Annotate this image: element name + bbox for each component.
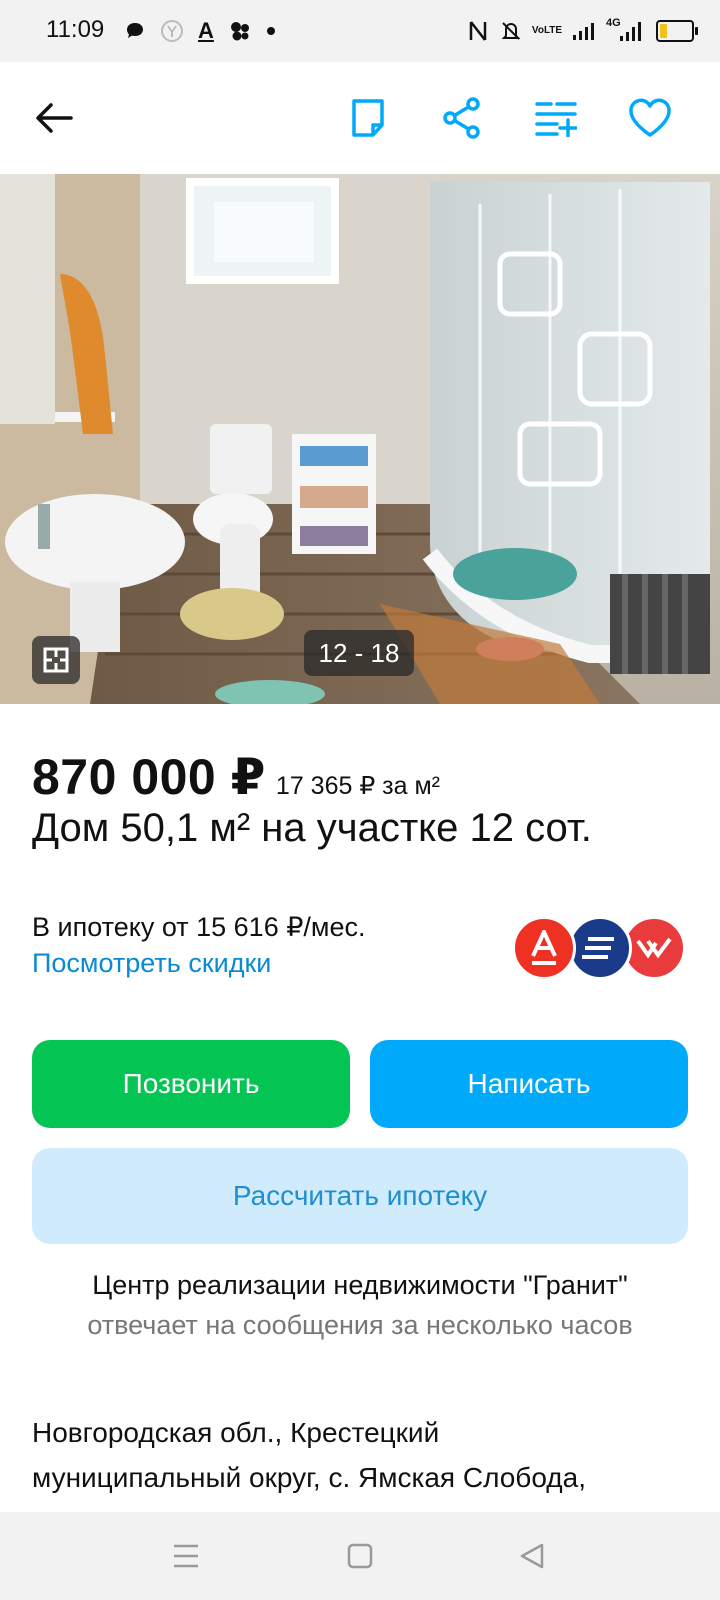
price-row: 870 000 ₽ 17 365 ₽ за м² — [32, 748, 440, 806]
listing-title: Дом 50,1 м² на участке 12 сот. — [32, 806, 592, 850]
compare-icon — [535, 102, 577, 137]
seller-name[interactable]: Центр реализации недвижимости "Гранит" — [0, 1270, 720, 1301]
back-button[interactable] — [26, 90, 82, 146]
status-bar: 11:09 A VoLTE 4G — [0, 0, 720, 62]
toolbar — [0, 62, 720, 174]
price: 870 000 ₽ — [32, 749, 266, 805]
signal-icon — [572, 17, 594, 45]
address-line-2: муниципальный округ, с. Ямская Слобода, — [32, 1462, 586, 1493]
nfc-icon — [468, 17, 488, 45]
status-right-icons: VoLTE 4G — [468, 16, 698, 46]
heart-icon — [629, 98, 671, 137]
calculate-mortgage-button[interactable]: Рассчитать ипотеку — [32, 1148, 688, 1244]
app-icon — [228, 17, 252, 45]
floor-plan-icon — [43, 647, 69, 673]
volte-icon: VoLTE — [531, 25, 563, 36]
mute-icon — [500, 17, 522, 45]
back-triangle-icon — [520, 1543, 544, 1569]
home-square-icon — [347, 1543, 373, 1569]
menu-icon — [174, 1544, 198, 1568]
status-time: 11:09 — [46, 16, 105, 43]
photo-counter: 12 - 18 — [304, 630, 414, 676]
seller-reply-time: отвечает на сообщения за несколько часов — [87, 1310, 633, 1340]
arrow-left-icon — [36, 103, 73, 133]
compare-button[interactable] — [528, 90, 584, 146]
bank-logos[interactable] — [512, 916, 686, 980]
write-button[interactable]: Написать — [370, 1040, 688, 1128]
mortgage-text: В ипотеку от 15 616 ₽/мес. — [32, 912, 366, 942]
battery-icon — [656, 17, 698, 45]
bathroom-photo — [0, 174, 720, 704]
price-per-m2: 17 365 ₽ за м² — [275, 772, 441, 800]
share-icon — [443, 97, 480, 139]
gazprombank-logo — [568, 916, 632, 980]
note-icon — [352, 99, 384, 137]
status-left-icons: A — [124, 16, 276, 46]
browser-icon — [160, 17, 184, 45]
dot-icon — [266, 17, 276, 45]
system-nav-bar — [0, 1512, 720, 1600]
call-button[interactable]: Позвонить — [32, 1040, 350, 1128]
discounts-link[interactable]: Посмотреть скидки — [32, 948, 271, 979]
network-type-label: 4G — [606, 17, 621, 29]
listing-photo[interactable]: 12 - 18 — [0, 174, 720, 704]
note-button[interactable] — [340, 90, 396, 146]
share-button[interactable] — [434, 90, 490, 146]
text-a-icon: A — [198, 18, 214, 43]
signal-4g-icon: 4G — [606, 17, 644, 45]
menu-button[interactable] — [164, 1534, 208, 1578]
home-button[interactable] — [338, 1534, 382, 1578]
message-icon — [124, 17, 146, 45]
favorite-button[interactable] — [622, 90, 678, 146]
system-back-button[interactable] — [510, 1534, 554, 1578]
alfa-bank-logo — [512, 916, 576, 980]
address-line-1: Новгородская обл., Крестецкий — [32, 1417, 440, 1448]
floor-plan-button[interactable] — [32, 636, 80, 684]
